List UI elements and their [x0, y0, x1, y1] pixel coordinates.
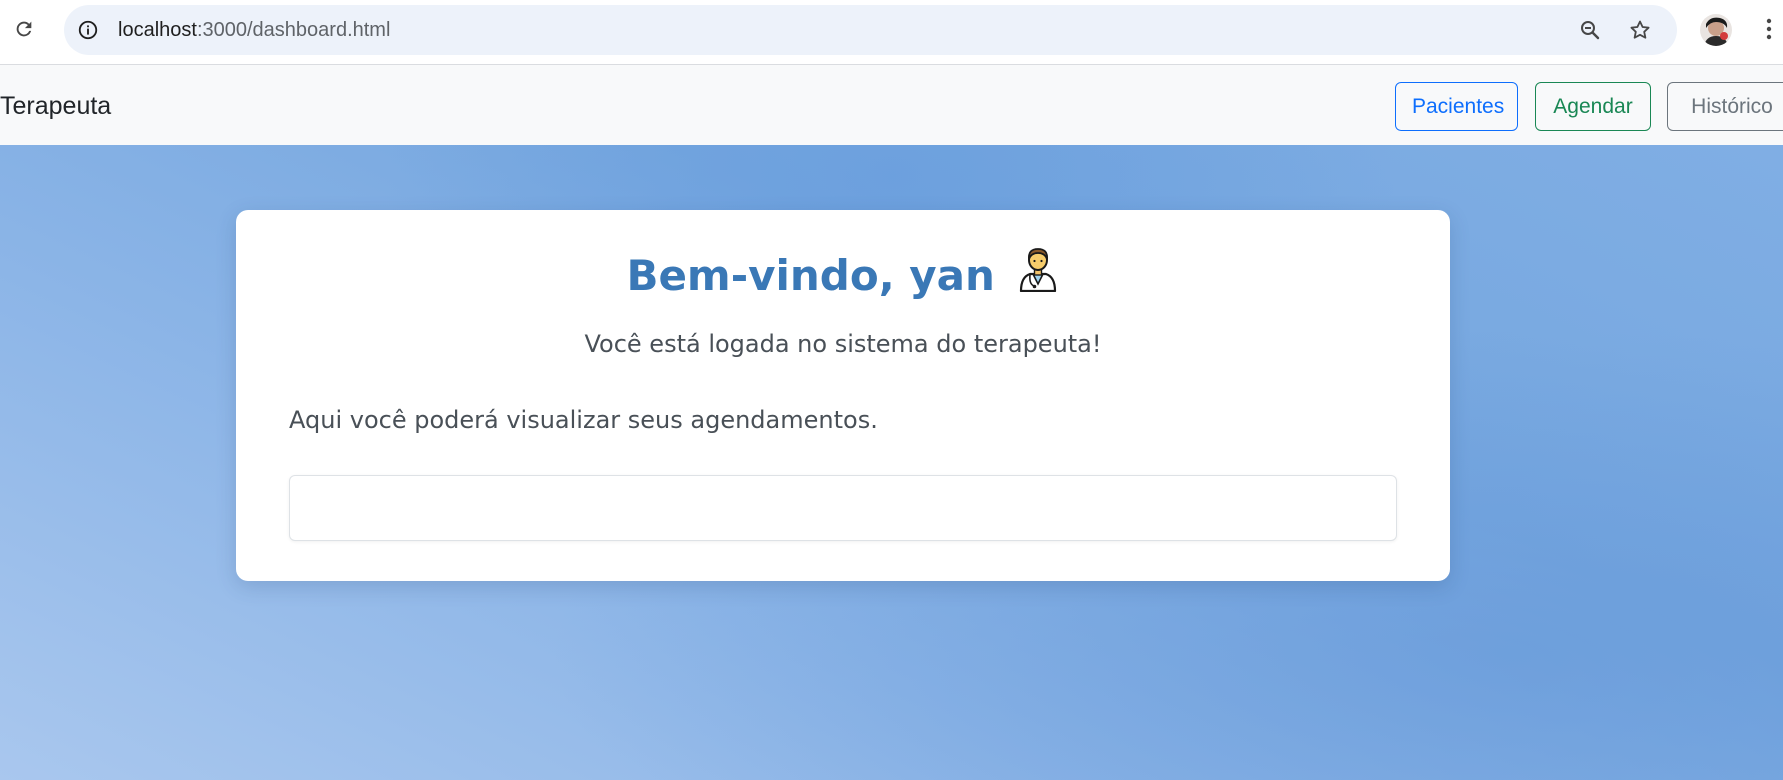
star-icon[interactable] — [1624, 14, 1656, 46]
address-bar[interactable]: localhost:3000/dashboard.html — [64, 5, 1677, 55]
zoom-out-icon[interactable] — [1574, 14, 1606, 46]
pacientes-button[interactable]: Pacientes — [1395, 82, 1518, 131]
historico-button[interactable]: Histórico — [1667, 82, 1783, 131]
url-path: :3000/dashboard.html — [196, 19, 391, 41]
appointments-list — [289, 475, 1397, 541]
reload-icon[interactable] — [8, 13, 40, 45]
kebab-menu-icon[interactable] — [1755, 13, 1783, 45]
welcome-text: Bem-vindo, yan — [626, 251, 995, 300]
health-worker-icon — [1016, 244, 1060, 305]
browser-toolbar: localhost:3000/dashboard.html — [0, 0, 1783, 65]
url-host: localhost — [118, 19, 197, 41]
url-text[interactable]: localhost:3000/dashboard.html — [118, 5, 390, 55]
navbar-brand[interactable]: Terapeuta — [0, 65, 111, 145]
appointments-info: Aqui você poderá visualizar seus agendam… — [289, 406, 878, 434]
welcome-subtitle: Você está logada no sistema do terapeuta… — [584, 330, 1102, 358]
profile-avatar[interactable] — [1700, 14, 1732, 46]
navbar: Terapeuta Pacientes Agendar Histórico — [0, 65, 1783, 145]
agendar-button[interactable]: Agendar — [1535, 82, 1651, 131]
welcome-heading: Bem-vindo, yan — [236, 248, 1450, 309]
main-content: Bem-vindo, yan Você está logada no siste… — [0, 145, 1783, 780]
info-icon[interactable] — [72, 14, 104, 46]
welcome-card: Bem-vindo, yan Você está logada no siste… — [236, 210, 1450, 581]
